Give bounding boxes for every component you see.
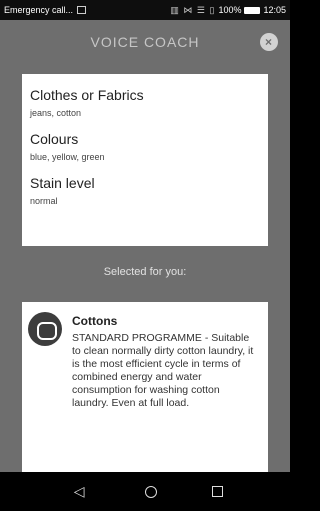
status-right: ▥ ⋈ ☰ ▯ 100% 12:05 xyxy=(170,5,286,16)
voice-coach-screen: VOICE COACH × Clothes or Fabrics jeans, … xyxy=(0,20,290,472)
recents-icon[interactable] xyxy=(211,486,223,497)
notification-icon xyxy=(77,6,87,14)
battery-percent: 100% xyxy=(218,5,242,15)
cottons-program-icon xyxy=(28,312,62,346)
home-icon[interactable] xyxy=(145,485,158,498)
status-notification-text: Emergency call... xyxy=(4,5,74,15)
status-bar: Emergency call... ▥ ⋈ ☰ ▯ 100% 12:05 xyxy=(0,0,290,20)
page-title: VOICE COACH xyxy=(90,34,200,50)
signal-icons: ▥ ⋈ ☰ ▯ xyxy=(170,4,216,15)
selection-label: Colours xyxy=(30,131,79,147)
selection-value: normal xyxy=(30,196,58,206)
selection-label: Clothes or Fabrics xyxy=(30,87,144,103)
status-time: 12:05 xyxy=(263,5,286,15)
selection-item-fabrics[interactable]: Clothes or Fabrics jeans, cotton xyxy=(30,86,260,118)
selection-value: jeans, cotton xyxy=(30,108,82,118)
selection-value: blue, yellow, green xyxy=(30,152,105,162)
back-icon[interactable]: ◁ xyxy=(67,483,91,500)
program-name: Cottons xyxy=(72,314,118,328)
status-left: Emergency call... xyxy=(4,5,170,15)
program-card[interactable]: Cottons STANDARD PROGRAMME - Suitable to… xyxy=(22,302,268,472)
battery-icon xyxy=(244,6,261,14)
selection-label: Stain level xyxy=(30,175,95,191)
app-bar: VOICE COACH × xyxy=(0,20,290,64)
program-description: STANDARD PROGRAMME - Suitable to clean n… xyxy=(72,332,254,409)
program-body: Cottons STANDARD PROGRAMME - Suitable to… xyxy=(72,312,258,472)
selection-item-stain-level[interactable]: Stain level normal xyxy=(30,174,260,206)
selection-item-colours[interactable]: Colours blue, yellow, green xyxy=(30,130,260,162)
selections-card: Clothes or Fabrics jeans, cotton Colours… xyxy=(22,74,268,246)
selected-for-you-heading: Selected for you: xyxy=(103,266,187,278)
navigation-bar: ◁ xyxy=(0,472,290,511)
close-icon[interactable]: × xyxy=(260,33,278,51)
